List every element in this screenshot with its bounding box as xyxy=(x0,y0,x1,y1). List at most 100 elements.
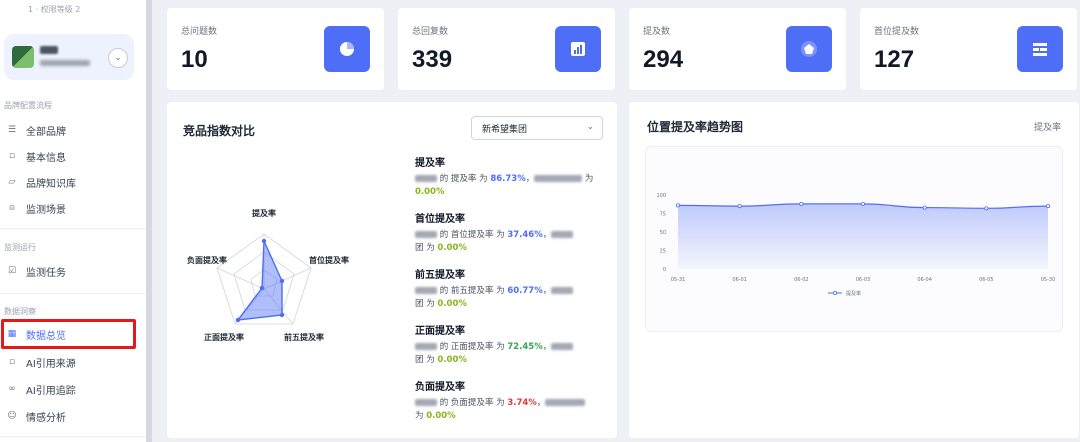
radar-label: 提及率 xyxy=(252,209,276,218)
metric-text: 的 负面提及率 为 xyxy=(437,398,508,408)
redacted-name xyxy=(415,287,437,294)
section-brand-config: 品牌配置流程 xyxy=(4,101,52,110)
annotation-highlight-box xyxy=(1,319,136,349)
square-icon: ▫ xyxy=(8,151,16,161)
sidebar-item-knowledge-base[interactable]: ▱ 品牌知识库 xyxy=(0,170,140,194)
panel-title: 竞品指数对比 xyxy=(183,124,256,138)
table-icon xyxy=(1017,26,1063,72)
sidebar-item-ai-tracking[interactable]: ∞ AI引用追踪 xyxy=(0,377,140,401)
redacted-name xyxy=(415,175,437,182)
pie-chart-icon xyxy=(324,26,370,72)
legend-label[interactable]: 提及率 xyxy=(846,290,861,297)
series-area xyxy=(678,203,1048,269)
x-tick-label: 06-01 xyxy=(732,277,747,283)
metric-block: 前五提及率 的 前五提及率 为 60.77%， 团 为 0.00% xyxy=(415,266,615,311)
metric-percent: 3.74% xyxy=(507,398,537,408)
metric-percent: 0.00% xyxy=(437,355,467,365)
redacted-name xyxy=(415,231,437,238)
sidebar-item-label: 监测场景 xyxy=(26,204,66,216)
stat-label: 首位提及数 xyxy=(874,27,920,37)
legend-corner-label: 提及率 xyxy=(1033,123,1061,133)
x-tick-label: 06-02 xyxy=(794,277,809,283)
metric-title: 首位提及率 xyxy=(415,214,465,225)
x-tick-label: 06-05 xyxy=(979,277,994,283)
metric-percent: 0.00% xyxy=(437,299,467,309)
redacted-name xyxy=(551,287,574,294)
smile-icon: ☺ xyxy=(7,411,17,421)
sidebar-item-all-brands[interactable]: ☰ 全部品牌 xyxy=(0,118,140,142)
pentagon-icon xyxy=(786,26,832,72)
sidebar-item-sentiment[interactable]: ☺ 情感分析 xyxy=(0,404,140,428)
y-tick-label: 0 xyxy=(663,267,666,273)
metric-percent: 37.46% xyxy=(507,230,543,240)
x-tick-label: 05-31 xyxy=(671,277,686,283)
stat-label: 总回复数 xyxy=(412,27,449,37)
stat-card-mentions: 提及数 294 xyxy=(629,8,846,90)
metric-percent: 86.73% xyxy=(490,174,526,184)
sidebar-item-label: 全部品牌 xyxy=(26,126,66,138)
workspace-name-redacted xyxy=(40,46,58,54)
metric-text: 团 为 xyxy=(415,243,438,253)
workspace-sub-redacted xyxy=(40,60,90,66)
radar-label: 正面提及率 xyxy=(204,333,244,342)
position-trend-panel: 位置提及率趋势图 提及率 0 25 50 75 100 05-31 06-01 06-02 0… xyxy=(629,102,1079,438)
sidebar-item-label: 情感分析 xyxy=(26,412,66,424)
metric-text: 的 提及率 为 xyxy=(437,174,491,184)
metric-percent: 60.77% xyxy=(507,286,543,296)
stat-label: 总问题数 xyxy=(181,27,218,37)
metric-title: 正面提及率 xyxy=(415,326,465,337)
metric-title: 负面提及率 xyxy=(415,382,465,393)
brand-select[interactable]: 新希望集团 ⌄ xyxy=(471,116,603,140)
redacted-name xyxy=(415,399,437,406)
sidebar: 1 · 权限等级 2 ⌄ 品牌配置流程 ☰ 全部品牌 ▫ 基本信息 ▱ 品牌知识库 ⍝… xyxy=(0,0,146,442)
redacted-name xyxy=(415,343,437,350)
metric-text: 团 为 xyxy=(415,299,438,309)
trend-chart-container: 0 25 50 75 100 05-31 06-01 06-02 06-03 06-04 06-0… xyxy=(645,146,1063,332)
x-tick-label: 05-30 xyxy=(1041,277,1056,283)
y-tick-label: 75 xyxy=(660,212,666,218)
data-point[interactable] xyxy=(922,205,927,210)
stat-value: 10 xyxy=(181,46,208,73)
divider xyxy=(0,436,146,437)
radar-label: 前五提及率 xyxy=(284,333,324,342)
legend-marker xyxy=(832,290,837,295)
square-icon: ▫ xyxy=(8,357,16,367)
metric-block: 提及率 的 提及率 为 86.73%， 为 0.00% xyxy=(415,154,615,199)
metric-percent: 0.00% xyxy=(426,411,456,421)
person-icon: ⍝ xyxy=(9,203,15,213)
section-monitor-run: 监测运行 xyxy=(4,243,36,252)
competitor-index-panel: 竞品指数对比 新希望集团 ⌄ 提及率 首位提及率 前五提及率 正面提及率 负面提… xyxy=(167,102,617,438)
chevron-down-icon[interactable]: ⌄ xyxy=(108,48,128,68)
workspace-avatar xyxy=(12,46,34,68)
stat-card-total-questions: 总问题数 10 xyxy=(167,8,384,90)
data-point[interactable] xyxy=(1045,204,1050,209)
sidebar-item-ai-sources[interactable]: ▫ AI引用来源 xyxy=(0,350,140,374)
sidebar-item-monitor-task[interactable]: ☑ 监测任务 xyxy=(0,259,140,283)
data-point[interactable] xyxy=(860,201,865,206)
link-icon: ∞ xyxy=(8,384,16,394)
divider xyxy=(0,228,146,229)
panel-title: 位置提及率趋势图 xyxy=(647,120,744,134)
metric-text: 的 正面提及率 为 xyxy=(437,342,508,352)
radar-chart xyxy=(216,233,312,325)
x-tick-label: 06-04 xyxy=(917,277,932,283)
metric-percent: 72.45% xyxy=(507,342,543,352)
metric-percent: 0.00% xyxy=(437,243,467,253)
data-point[interactable] xyxy=(675,203,680,208)
sidebar-item-basic-info[interactable]: ▫ 基本信息 xyxy=(0,144,140,168)
stat-value: 339 xyxy=(412,46,453,73)
metric-percent: 0.00% xyxy=(415,187,445,197)
folder-icon: ▱ xyxy=(8,177,16,187)
sidebar-resize-handle[interactable] xyxy=(146,0,152,442)
metric-block: 首位提及率 的 首位提及率 为 37.46%， 团 为 0.00% xyxy=(415,210,615,255)
sidebar-item-monitor-scene[interactable]: ⍝ 监测场景 xyxy=(0,196,140,220)
sidebar-item-label: AI引用追踪 xyxy=(26,385,76,397)
metric-block: 负面提及率 的 负面提及率 为 3.74%， 为 0.00% xyxy=(415,378,615,423)
x-tick-label: 06-03 xyxy=(856,277,871,283)
sidebar-item-label: 品牌知识库 xyxy=(26,178,76,190)
data-point[interactable] xyxy=(737,204,742,209)
data-point[interactable] xyxy=(984,206,989,211)
data-point[interactable] xyxy=(799,201,804,206)
workspace-switcher[interactable]: ⌄ xyxy=(4,34,134,80)
sidebar-item-label: AI引用来源 xyxy=(26,358,76,370)
